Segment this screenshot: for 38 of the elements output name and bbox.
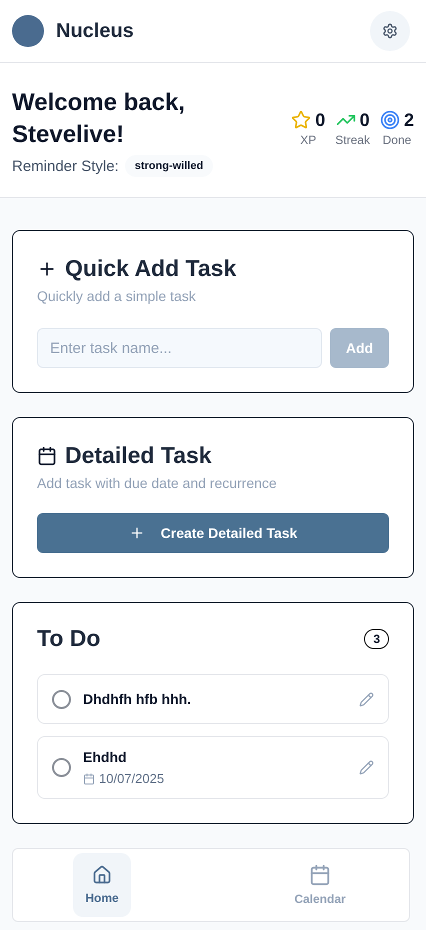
reminder-label: Reminder Style:	[12, 158, 119, 174]
create-detailed-task-button[interactable]: Create Detailed Task	[37, 513, 389, 553]
count-badge: 3	[364, 628, 389, 648]
stat-value: 0	[360, 110, 370, 130]
card-title: Detailed Task	[65, 442, 212, 469]
calendar-icon	[309, 864, 331, 886]
task-name-input[interactable]: Enter task name...	[37, 328, 322, 368]
card-title: To Do	[37, 625, 100, 652]
card-subtitle: Add task with due date and recurrence	[37, 475, 278, 491]
task-checkbox[interactable]	[52, 758, 71, 777]
welcome-title: Welcome back, Stevelive!	[12, 88, 186, 150]
card-subtitle: Quickly add a simple task	[37, 288, 197, 304]
target-icon	[380, 110, 400, 130]
edit-button[interactable]	[359, 692, 374, 706]
task-item[interactable]: Ehdhd 10/07/2025	[37, 736, 389, 799]
task-name: Ehdhd	[83, 749, 128, 765]
nav-tab[interactable]: Home	[73, 853, 131, 917]
stat-label: XP	[300, 132, 316, 146]
task-name: Dhdhfh hfb hhh.	[83, 691, 192, 707]
edit-button[interactable]	[359, 760, 374, 775]
plus-icon	[128, 525, 145, 541]
app-name: Nucleus	[56, 20, 134, 42]
settings-icon	[382, 23, 398, 39]
task-date: 10/07/2025	[99, 771, 164, 786]
stat-value: 2	[404, 110, 414, 130]
calendar-icon	[37, 446, 57, 466]
task-checkbox[interactable]	[52, 690, 71, 708]
home-icon	[92, 865, 112, 885]
logo	[12, 15, 44, 47]
star-icon	[291, 110, 312, 130]
calendar-icon	[83, 772, 95, 784]
stat-label: Done	[382, 132, 412, 146]
stat-value: 0	[315, 110, 326, 130]
card-title: Quick Add Task	[65, 255, 236, 282]
task-item[interactable]: Dhdhfh hfb hhh.	[37, 674, 389, 724]
stat-label: Streak	[335, 132, 370, 146]
reminder-style-badge: strong-willed	[124, 155, 214, 177]
settings-button[interactable]	[370, 11, 410, 51]
